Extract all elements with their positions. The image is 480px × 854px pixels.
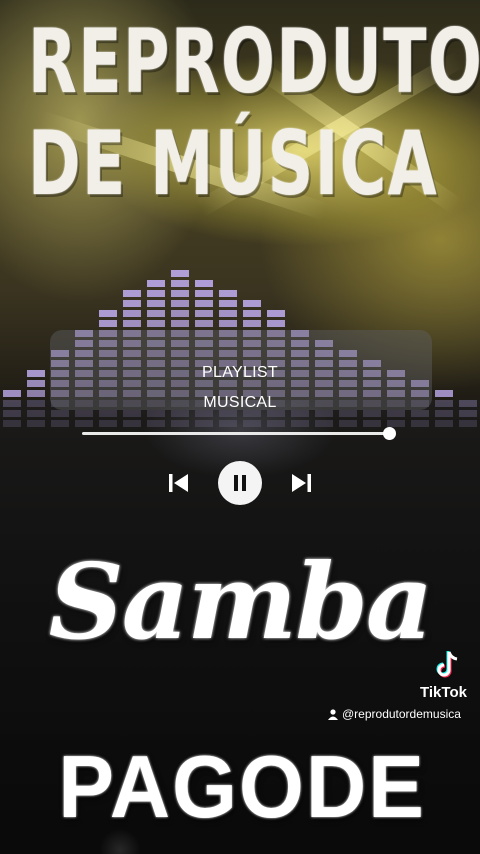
app-title-line2: DE MÚSICA <box>28 112 439 215</box>
progress-knob[interactable] <box>382 427 396 440</box>
progress-track[interactable] <box>82 432 392 435</box>
skip-previous-icon[interactable] <box>166 471 192 495</box>
skip-next-icon[interactable] <box>288 471 314 495</box>
creator-handle: @reprodutordemusica <box>342 707 461 721</box>
genre-pagode: PAGODE <box>58 737 426 836</box>
tiktok-logo-icon <box>436 651 458 678</box>
video-frame: REPRODUTOR DE MÚSICA PLAYLIST MUSICAL Sa… <box>0 0 480 854</box>
user-icon <box>328 708 338 720</box>
genre-samba: Samba <box>48 540 434 663</box>
playlist-label: PLAYLIST <box>202 364 278 381</box>
pause-button[interactable] <box>218 461 262 505</box>
tiktok-watermark: TikTok <box>420 684 467 701</box>
playlist-sublabel: MUSICAL <box>203 394 277 411</box>
creator-handle-row: @reprodutordemusica <box>328 707 461 721</box>
pause-icon <box>234 475 246 491</box>
app-title-line1: REPRODUTOR <box>28 10 480 113</box>
